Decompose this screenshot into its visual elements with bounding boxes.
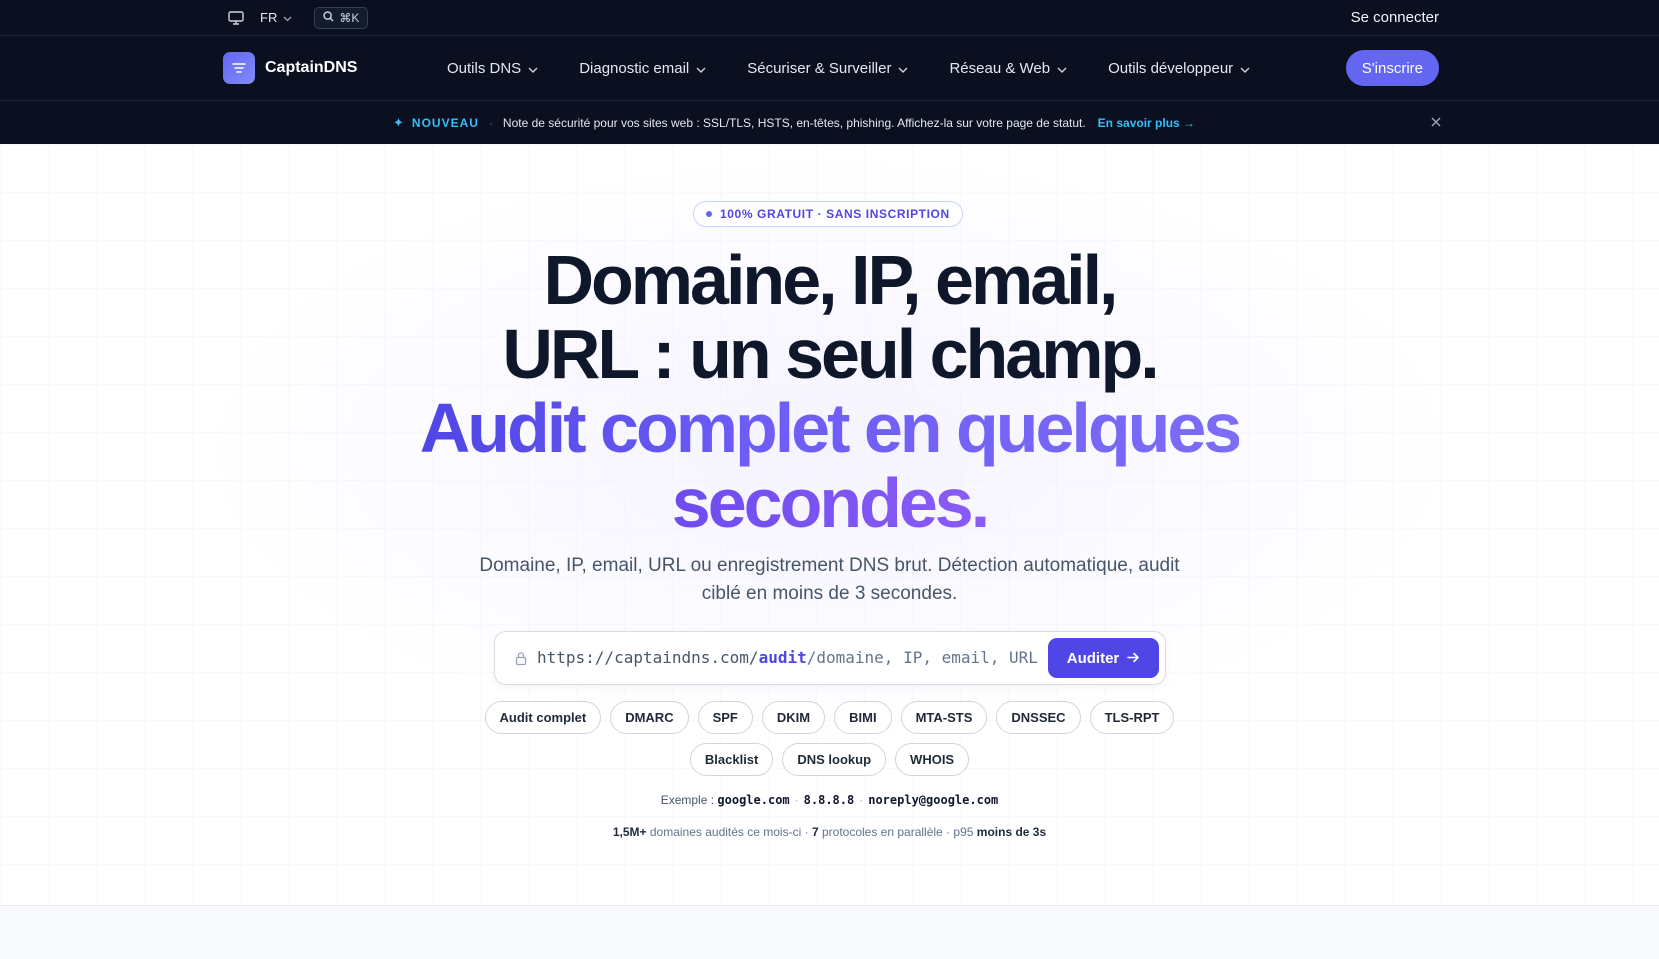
chip-whois[interactable]: WHOIS [895, 743, 970, 776]
signin-link[interactable]: Se connecter [1351, 0, 1439, 35]
free-badge: 100% GRATUIT · SANS INSCRIPTION [693, 201, 963, 227]
examples-line: Exemple : google.com · 8.8.8.8 · noreply@goo… [0, 793, 1659, 807]
utility-left: FR ⌘K [226, 0, 369, 35]
hero-subtitle-line2: ciblé en moins de 3 secondes. [701, 583, 958, 604]
audit-search-input[interactable]: https://captaindns.com/audit/domaine, IP… [494, 631, 1166, 685]
stat-protocols-text: protocoles en parallèle [821, 825, 943, 839]
hero-title-line3: Audit complet en quelques [0, 391, 1659, 465]
stats-line: 1,5M+ domaines audités ce mois-ci · 7 pr… [0, 825, 1659, 839]
examples-label: Exemple : [660, 793, 715, 807]
chip-dnssec[interactable]: DNSSEC [996, 701, 1081, 734]
nav-item-outils-dns[interactable]: Outils DNS [447, 60, 538, 77]
hero-subtitle-line1: Domaine, IP, email, URL ou enregistremen… [479, 555, 1180, 576]
hero-section: 100% GRATUIT · SANS INSCRIPTION Domaine,… [0, 144, 1659, 906]
example-email[interactable]: noreply@google.com [868, 793, 998, 807]
url-accent: audit [758, 648, 807, 667]
brand-name: CaptainDNS [265, 59, 358, 76]
hero-subtitle: Domaine, IP, email, URL ou enregistremen… [0, 552, 1659, 608]
utility-bar: FR ⌘K Se connecter [0, 0, 1659, 36]
chevron-down-icon [528, 60, 538, 77]
url-placeholder: /domaine, IP, email, URL [806, 648, 1038, 667]
url-prefix-line: https://captaindns.com/audit/domaine, IP… [537, 648, 1038, 667]
nav-menu: Outils DNS Diagnostic email Sécuriser & … [447, 36, 1250, 100]
nav-item-label: Réseau & Web [949, 59, 1051, 77]
next-section [0, 906, 1659, 959]
nav-item-label: Diagnostic email [579, 59, 690, 77]
hero-title-line4: secondes. [0, 466, 1659, 540]
stat-p95-value: moins de 3s [976, 825, 1047, 839]
example-ip[interactable]: 8.8.8.8 [804, 793, 855, 807]
chip-blacklist[interactable]: Blacklist [689, 743, 774, 776]
separator-dot: · [859, 793, 864, 807]
separator-dot: · [946, 825, 951, 839]
badge-dot-icon [706, 211, 712, 217]
nav-item-reseau-web[interactable]: Réseau & Web [949, 60, 1067, 77]
separator-dot: · [488, 115, 493, 130]
audit-button-label: Auditer [1066, 649, 1120, 667]
chip-dns-lookup[interactable]: DNS lookup [782, 743, 887, 776]
language-label: FR [260, 10, 278, 25]
shortcut-label: ⌘K [339, 10, 360, 25]
audit-type-chips-row2: Blacklist DNS lookup WHOIS [0, 743, 1659, 776]
nav-item-label: Outils DNS [447, 59, 522, 77]
separator-dot: · [804, 825, 809, 839]
brand[interactable]: CaptainDNS [223, 52, 357, 84]
chevron-down-icon [283, 10, 292, 25]
chip-bimi[interactable]: BIMI [834, 701, 892, 734]
chip-dmarc[interactable]: DMARC [610, 701, 689, 734]
nav-item-label: Sécuriser & Surveiller [747, 59, 892, 77]
chevron-down-icon [1240, 60, 1250, 77]
arrow-right-icon [1127, 650, 1140, 667]
audit-button[interactable]: Auditer [1048, 638, 1159, 678]
brand-logo-icon [223, 52, 255, 84]
stat-domains-text: domaines audités ce mois-ci [649, 825, 802, 839]
hero-title-accent-end: secondes. [671, 464, 990, 542]
chevron-down-icon [898, 60, 908, 77]
learn-more-link[interactable]: En savoir plus → [1098, 116, 1195, 130]
main-nav: CaptainDNS Outils DNS Diagnostic email S… [0, 36, 1659, 101]
separator-dot: · [794, 793, 799, 807]
chip-audit-complet[interactable]: Audit complet [484, 701, 602, 734]
stat-p95-prefix: p95 [953, 825, 974, 839]
monitor-icon[interactable] [226, 8, 246, 28]
nav-item-outils-developpeur[interactable]: Outils développeur [1108, 60, 1250, 77]
chevron-down-icon [696, 60, 706, 77]
close-icon[interactable] [1428, 114, 1444, 130]
search-shortcut-button[interactable]: ⌘K [314, 6, 369, 29]
chip-mta-sts[interactable]: MTA-STS [900, 701, 988, 734]
hero-title-line2: URL : un seul champ. [502, 315, 1159, 393]
example-domain[interactable]: google.com [717, 793, 789, 807]
hero-title-accent: Audit complet en quelques [419, 389, 1243, 467]
url-prefix: https://captaindns.com/ [537, 648, 759, 667]
language-selector[interactable]: FR [260, 10, 292, 25]
nav-item-diagnostic-email[interactable]: Diagnostic email [579, 60, 706, 77]
lock-icon [515, 651, 529, 667]
new-tag: NOUVEAU [411, 115, 479, 130]
chip-dkim[interactable]: DKIM [761, 701, 826, 734]
hero-title-line1: Domaine, IP, email, [543, 241, 1119, 319]
audit-type-chips: Audit complet DMARC SPF DKIM BIMI MTA-ST… [0, 701, 1659, 734]
search-icon [323, 10, 334, 25]
signup-button[interactable]: S'inscrire [1345, 50, 1439, 86]
sparkle-icon: ✦ [393, 114, 404, 130]
announcement-content: ✦ NOUVEAU · Note de sécurité pour vos si… [393, 101, 1195, 144]
chevron-down-icon [1057, 60, 1067, 77]
nav-item-label: Outils développeur [1108, 59, 1234, 77]
stat-protocols-value: 7 [811, 825, 819, 839]
announcement-bar: ✦ NOUVEAU · Note de sécurité pour vos si… [0, 101, 1659, 144]
stat-domains-value: 1,5M+ [612, 825, 647, 839]
nav-item-securiser[interactable]: Sécuriser & Surveiller [747, 60, 908, 77]
chip-spf[interactable]: SPF [697, 701, 753, 734]
announcement-text: Note de sécurité pour vos sites web : SS… [502, 115, 1086, 130]
chip-tls-rpt[interactable]: TLS-RPT [1089, 701, 1175, 734]
badge-label: 100% GRATUIT · SANS INSCRIPTION [720, 207, 950, 221]
